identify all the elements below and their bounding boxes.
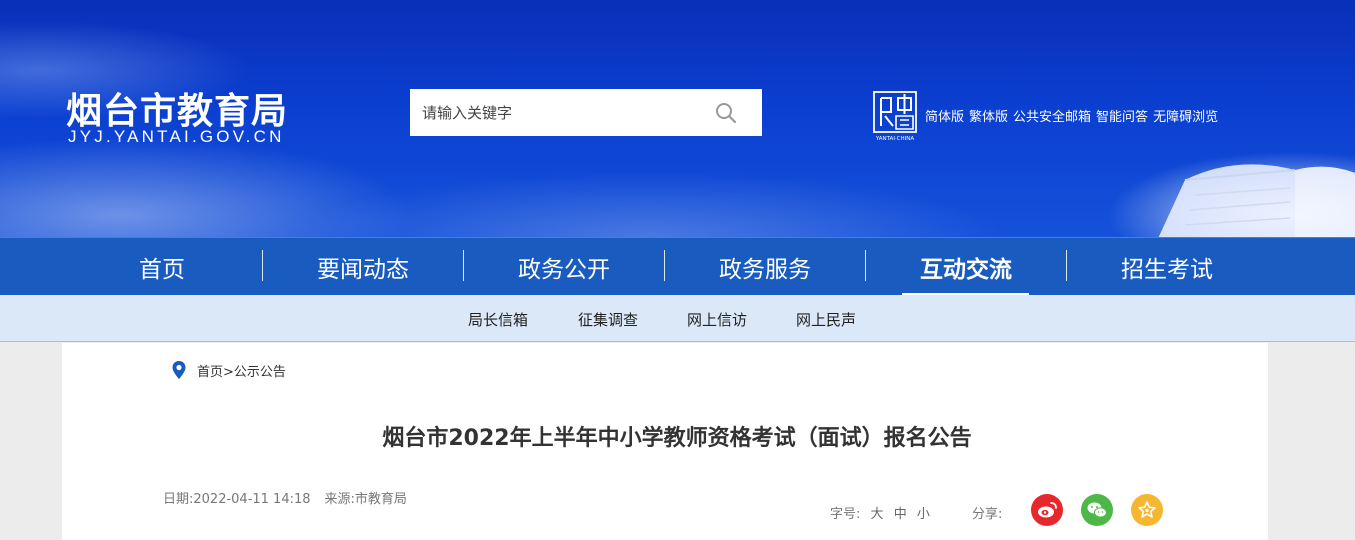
share-wechat-button[interactable] — [1081, 494, 1113, 526]
share-weibo-button[interactable] — [1031, 494, 1063, 526]
article-meta: 日期:2022-04-11 14:18 来源:市教育局 — [163, 488, 407, 507]
nav-item-gov-services[interactable]: 政务服务 — [665, 238, 865, 296]
breadcrumb: 首页>公示公告 — [197, 361, 286, 380]
subnav-item-director-mailbox[interactable]: 局长信箱 — [468, 309, 528, 330]
subnav-item-online-petition[interactable]: 网上信访 — [687, 309, 747, 330]
nav-item-news[interactable]: 要闻动态 — [263, 238, 463, 296]
main-nav: 首页 要闻动态 政务公开 政务服务 互动交流 招生考试 — [0, 237, 1355, 296]
font-size-small[interactable]: 小 — [917, 507, 930, 522]
site-domain: JYJ.YANTAI.GOV.CN — [68, 127, 285, 146]
article-date: 日期:2022-04-11 14:18 — [163, 492, 311, 507]
sub-nav: 局长信箱 征集调查 网上信访 网上民声 — [0, 295, 1355, 342]
top-link-smart-qa[interactable]: 智能问答 — [1096, 106, 1148, 125]
breadcrumb-separator: > — [223, 365, 234, 380]
subnav-item-survey[interactable]: 征集调查 — [578, 309, 638, 330]
star-icon — [1138, 501, 1156, 518]
top-link-accessibility[interactable]: 无障碍浏览 — [1153, 106, 1218, 125]
top-links: 简体版 繁体版 公共安全邮箱 智能问答 无障碍浏览 — [925, 106, 1218, 125]
seal-caption: YANTAI·CHINA — [875, 136, 915, 142]
search-input[interactable] — [410, 89, 710, 136]
subnav-item-public-voice[interactable]: 网上民声 — [796, 309, 856, 330]
breadcrumb-current[interactable]: 公示公告 — [234, 365, 286, 380]
weibo-icon — [1038, 502, 1057, 518]
top-link-simplified[interactable]: 简体版 — [925, 106, 964, 125]
wechat-icon — [1087, 502, 1107, 518]
font-size-large[interactable]: 大 — [871, 507, 884, 522]
open-book-decoration — [1158, 164, 1355, 237]
breadcrumb-home[interactable]: 首页 — [197, 365, 223, 380]
yantai-seal-logo: YANTAI·CHINA — [873, 91, 917, 142]
top-link-safety-mailbox[interactable]: 公共安全邮箱 — [1013, 106, 1091, 125]
nav-item-enrollment[interactable]: 招生考试 — [1067, 238, 1267, 296]
font-size-label: 字号: — [830, 507, 861, 522]
search-icon[interactable] — [714, 101, 738, 125]
location-pin-icon — [172, 361, 186, 379]
font-size-control: 字号: 大 中 小 — [830, 503, 930, 522]
nav-item-gov-affairs[interactable]: 政务公开 — [464, 238, 664, 296]
share-label: 分享: — [972, 507, 1003, 522]
share-favorite-button[interactable] — [1131, 494, 1163, 526]
article-source: 来源:市教育局 — [324, 492, 407, 507]
top-link-traditional[interactable]: 繁体版 — [969, 106, 1008, 125]
font-size-medium[interactable]: 中 — [894, 507, 907, 522]
article-title: 烟台市2022年上半年中小学教师资格考试（面试）报名公告 — [382, 426, 972, 451]
nav-item-home[interactable]: 首页 — [62, 238, 262, 296]
nav-item-interaction[interactable]: 互动交流 — [866, 238, 1066, 296]
search-box — [410, 89, 762, 136]
